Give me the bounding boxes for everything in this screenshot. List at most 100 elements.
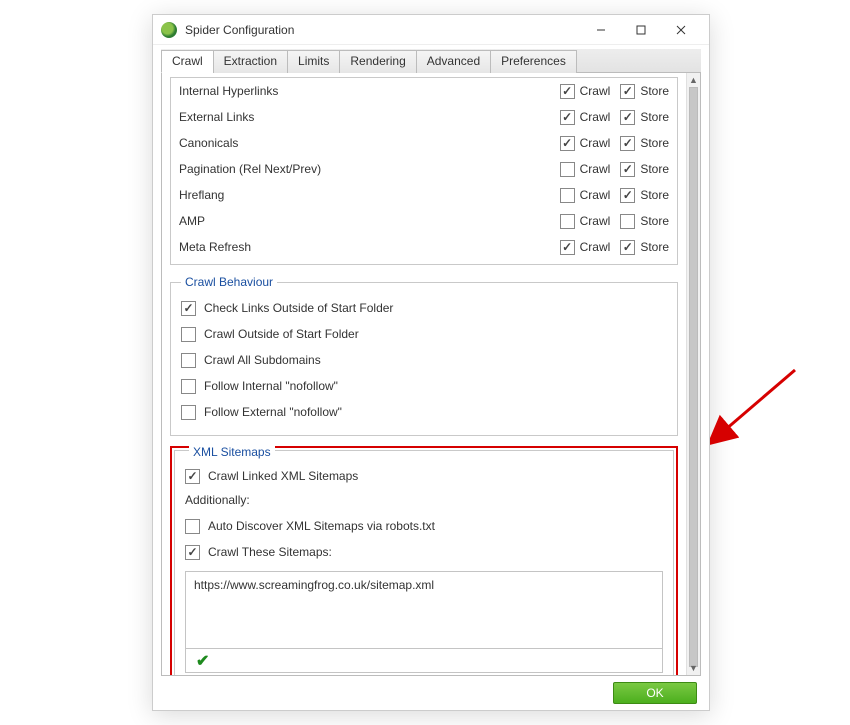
option-row: Check Links Outside of Start Folder [181, 295, 667, 321]
app-icon [161, 22, 177, 38]
resource-row: Canonicals Crawl Store [179, 130, 669, 156]
store-checkbox-label: Store [640, 84, 669, 98]
option-row: Crawl All Subdomains [181, 347, 667, 373]
option-label: Crawl Outside of Start Folder [204, 327, 359, 341]
sitemap-url-textarea[interactable]: https://www.screamingfrog.co.uk/sitemap.… [185, 571, 663, 649]
crawl-checkbox[interactable] [560, 84, 575, 99]
ok-button[interactable]: OK [613, 682, 697, 704]
tab-advanced[interactable]: Advanced [416, 50, 491, 73]
option-label: Check Links Outside of Start Folder [204, 301, 393, 315]
minimize-button[interactable] [581, 16, 621, 44]
option-checkbox[interactable] [185, 469, 200, 484]
store-checkbox[interactable] [620, 162, 635, 177]
vertical-scrollbar[interactable]: ▲ ▼ [686, 73, 700, 675]
resource-list: Internal Hyperlinks Crawl Store External… [170, 77, 678, 265]
option-checkbox[interactable] [181, 327, 196, 342]
option-label: Crawl Linked XML Sitemaps [208, 469, 358, 483]
option-row: Auto Discover XML Sitemaps via robots.tx… [185, 513, 663, 539]
store-checkbox[interactable] [620, 240, 635, 255]
scrollbar-thumb[interactable] [689, 87, 698, 667]
additionally-label: Additionally: [185, 493, 663, 507]
crawl-checkbox-label: Crawl [580, 188, 611, 202]
crawl-behaviour-legend: Crawl Behaviour [181, 275, 277, 289]
option-checkbox[interactable] [185, 545, 200, 560]
crawl-checkbox[interactable] [560, 136, 575, 151]
crawl-checkbox[interactable] [560, 110, 575, 125]
resource-row: Hreflang Crawl Store [179, 182, 669, 208]
tab-bar: Crawl Extraction Limits Rendering Advanc… [161, 49, 701, 73]
crawl-behaviour-group: Crawl Behaviour Check Links Outside of S… [170, 275, 678, 436]
option-label: Crawl These Sitemaps: [208, 545, 332, 559]
resource-row: Internal Hyperlinks Crawl Store [179, 78, 669, 104]
store-checkbox-label: Store [640, 214, 669, 228]
tab-limits[interactable]: Limits [287, 50, 340, 73]
option-checkbox[interactable] [181, 379, 196, 394]
titlebar[interactable]: Spider Configuration [153, 15, 709, 45]
resource-label: Hreflang [179, 188, 550, 202]
option-label: Follow Internal "nofollow" [204, 379, 338, 393]
store-checkbox-label: Store [640, 188, 669, 202]
window-title: Spider Configuration [185, 23, 581, 37]
checkmark-icon: ✔ [196, 651, 209, 671]
annotation-arrow-icon [710, 360, 800, 450]
option-label: Crawl All Subdomains [204, 353, 321, 367]
store-checkbox[interactable] [620, 136, 635, 151]
crawl-checkbox[interactable] [560, 162, 575, 177]
tab-page-crawl: Internal Hyperlinks Crawl Store External… [161, 73, 701, 676]
resource-label: AMP [179, 214, 550, 228]
resource-label: External Links [179, 110, 550, 124]
option-row: Follow Internal "nofollow" [181, 373, 667, 399]
scroll-down-icon[interactable]: ▼ [687, 661, 700, 675]
option-label: Auto Discover XML Sitemaps via robots.tx… [208, 519, 435, 533]
option-checkbox[interactable] [185, 519, 200, 534]
option-label: Follow External "nofollow" [204, 405, 342, 419]
xml-sitemaps-group: XML Sitemaps Crawl Linked XML Sitemaps A… [174, 450, 674, 675]
tab-crawl[interactable]: Crawl [161, 50, 214, 73]
resource-label: Internal Hyperlinks [179, 84, 550, 98]
option-row: Crawl These Sitemaps: [185, 539, 663, 565]
option-checkbox[interactable] [181, 353, 196, 368]
option-row: Follow External "nofollow" [181, 399, 667, 425]
crawl-checkbox-label: Crawl [580, 214, 611, 228]
tab-extraction[interactable]: Extraction [213, 50, 288, 73]
store-checkbox-label: Store [640, 136, 669, 150]
store-checkbox[interactable] [620, 214, 635, 229]
crawl-checkbox-label: Crawl [580, 110, 611, 124]
crawl-checkbox-label: Crawl [580, 136, 611, 150]
tab-preferences[interactable]: Preferences [490, 50, 577, 73]
content-area: Crawl Extraction Limits Rendering Advanc… [161, 49, 701, 676]
resource-row: Pagination (Rel Next/Prev) Crawl Store [179, 156, 669, 182]
store-checkbox-label: Store [640, 162, 669, 176]
scroll-up-icon[interactable]: ▲ [687, 73, 700, 87]
xml-sitemaps-legend: XML Sitemaps [189, 445, 275, 459]
resource-row: AMP Crawl Store [179, 208, 669, 234]
xml-sitemaps-highlight: XML Sitemaps Crawl Linked XML Sitemaps A… [170, 446, 678, 675]
sitemap-url-value: https://www.screamingfrog.co.uk/sitemap.… [194, 578, 434, 592]
crawl-checkbox-label: Crawl [580, 84, 611, 98]
dialog-footer: OK [613, 682, 697, 704]
crawl-checkbox[interactable] [560, 188, 575, 203]
resource-row: Meta Refresh Crawl Store [179, 234, 669, 260]
crawl-checkbox[interactable] [560, 240, 575, 255]
resource-label: Meta Refresh [179, 240, 550, 254]
close-button[interactable] [661, 16, 701, 44]
scroll-viewport: Internal Hyperlinks Crawl Store External… [162, 73, 686, 675]
resource-label: Canonicals [179, 136, 550, 150]
option-row: Crawl Outside of Start Folder [181, 321, 667, 347]
crawl-checkbox-label: Crawl [580, 240, 611, 254]
dialog-window: Spider Configuration Crawl Extraction Li… [152, 14, 710, 711]
maximize-button[interactable] [621, 16, 661, 44]
resource-row: External Links Crawl Store [179, 104, 669, 130]
store-checkbox-label: Store [640, 240, 669, 254]
crawl-checkbox-label: Crawl [580, 162, 611, 176]
store-checkbox[interactable] [620, 110, 635, 125]
crawl-checkbox[interactable] [560, 214, 575, 229]
store-checkbox[interactable] [620, 188, 635, 203]
store-checkbox-label: Store [640, 110, 669, 124]
option-checkbox[interactable] [181, 301, 196, 316]
tab-rendering[interactable]: Rendering [339, 50, 416, 73]
resource-label: Pagination (Rel Next/Prev) [179, 162, 550, 176]
store-checkbox[interactable] [620, 84, 635, 99]
option-checkbox[interactable] [181, 405, 196, 420]
option-row: Crawl Linked XML Sitemaps [185, 463, 663, 489]
